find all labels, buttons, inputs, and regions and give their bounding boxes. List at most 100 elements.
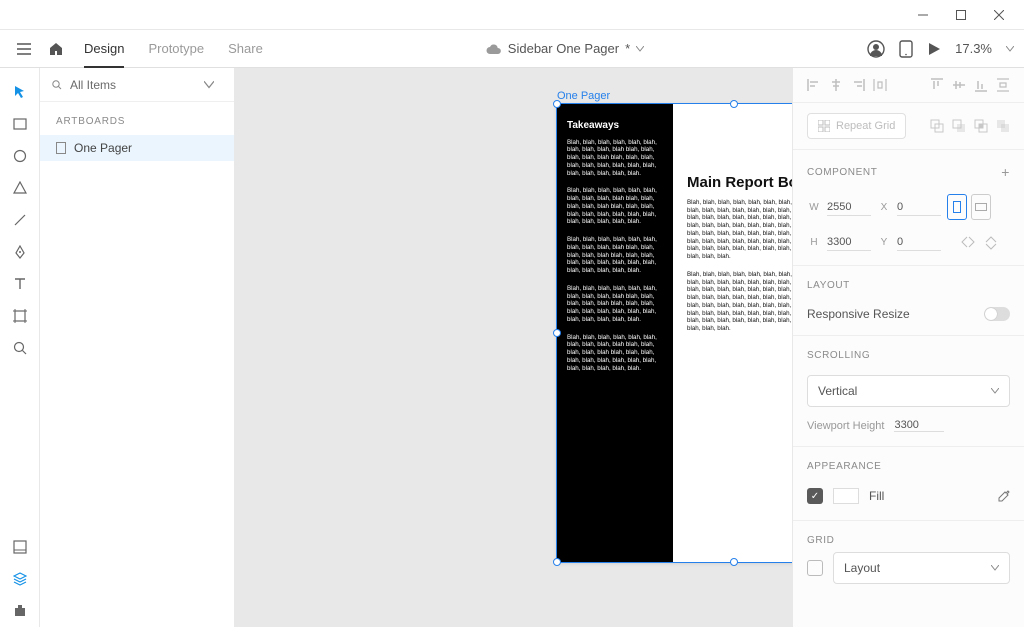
distribute-v-icon[interactable] [996,78,1010,92]
x-label: X [877,202,891,213]
portrait-orientation-button[interactable] [947,194,967,220]
landscape-orientation-button[interactable] [971,194,991,220]
width-input[interactable] [827,199,871,216]
property-inspector: Repeat Grid COMPONENT + W X H Y [792,68,1024,627]
design-canvas[interactable]: One Pager Takeaways Blah, blah, blah, bl… [235,68,792,627]
artboard-name-label[interactable]: One Pager [557,90,610,102]
main-report-heading: Main Report Body [687,174,792,193]
viewport-height-input[interactable] [894,419,944,432]
bool-subtract-icon[interactable] [952,119,966,133]
artboard-tool[interactable] [0,300,40,332]
bool-add-icon[interactable] [930,119,944,133]
takeaways-para: Blah, blah, blah, blah, blah, blah, blah… [567,236,663,275]
layers-panel: All Items ARTBOARDS One Pager [40,68,235,627]
bool-intersect-icon[interactable] [974,119,988,133]
align-left-icon[interactable] [807,78,821,92]
grid-enabled-checkbox[interactable] [807,560,823,576]
takeaways-para: Blah, blah, blah, blah, blah, blah, blah… [567,334,663,373]
artboard-icon [56,142,66,154]
bool-exclude-icon[interactable] [996,119,1010,133]
align-middle-icon[interactable] [952,78,966,92]
scrolling-section-header: SCROLLING [793,336,1024,367]
fill-label: Fill [869,489,884,503]
plugins-panel-icon[interactable] [0,595,40,627]
device-preview-icon[interactable] [899,40,913,58]
layers-panel-icon[interactable] [0,563,40,595]
height-input[interactable] [827,234,871,251]
grid-type-dropdown[interactable]: Layout [833,552,1010,584]
w-label: W [807,202,821,213]
layer-item-one-pager[interactable]: One Pager [40,135,234,161]
report-para: Blah, blah, blah, blah, blah, blah, blah… [687,271,792,333]
flip-horizontal-icon[interactable] [961,236,975,250]
align-bottom-icon[interactable] [974,78,988,92]
rectangle-tool[interactable] [0,108,40,140]
takeaways-heading: Takeaways [567,120,663,133]
distribute-h-icon[interactable] [873,78,887,92]
home-button[interactable] [42,35,70,63]
hamburger-menu-button[interactable] [10,35,38,63]
polygon-tool[interactable] [0,172,40,204]
zoom-tool[interactable] [0,332,40,364]
app-toolbar: Design Prototype Share Sidebar One Pager… [0,30,1024,68]
artboard-selection[interactable]: Takeaways Blah, blah, blah, blah, blah, … [557,104,792,562]
grid-section-header: GRID [793,521,1024,552]
pen-tool[interactable] [0,236,40,268]
viewport-height-label: Viewport Height [807,420,884,432]
repeat-grid-icon [818,120,830,132]
scrolling-dropdown[interactable]: Vertical [807,375,1010,407]
scrolling-value: Vertical [818,384,857,398]
tab-prototype[interactable]: Prototype [148,31,204,67]
layer-item-label: One Pager [74,141,132,155]
responsive-label: Responsive Resize [807,307,910,321]
tab-share[interactable]: Share [228,31,263,67]
component-section-label: COMPONENT [807,167,877,178]
takeaways-para: Blah, blah, blah, blah, blah, blah, blah… [567,187,663,226]
window-maximize-button[interactable] [942,1,980,29]
sidebar-column: Takeaways Blah, blah, blah, blah, blah, … [557,104,673,562]
filter-label: All Items [70,78,116,92]
eyedropper-icon[interactable] [996,489,1010,503]
repeat-grid-label: Repeat Grid [836,120,895,132]
window-close-button[interactable] [980,1,1018,29]
layout-section-header: LAYOUT [793,266,1024,297]
doc-title-text: Sidebar One Pager [508,41,619,56]
layers-filter-dropdown[interactable]: All Items [40,68,234,102]
window-minimize-button[interactable] [904,1,942,29]
ellipse-tool[interactable] [0,140,40,172]
chevron-down-icon [991,388,999,394]
chevron-down-icon [636,46,644,52]
assets-panel-icon[interactable] [0,531,40,563]
align-right-icon[interactable] [851,78,865,92]
flip-vertical-icon[interactable] [985,236,997,250]
grid-type-value: Layout [844,561,880,575]
play-preview-icon[interactable] [927,42,941,56]
toggle-switch[interactable] [984,307,1010,321]
tab-design[interactable]: Design [84,31,124,68]
y-label: Y [877,237,891,248]
document-title[interactable]: Sidebar One Pager * [263,41,867,56]
line-tool[interactable] [0,204,40,236]
x-input[interactable] [897,199,941,216]
alignment-controls [793,68,1024,103]
window-titlebar [0,0,1024,30]
repeat-grid-button[interactable]: Repeat Grid [807,113,906,139]
chevron-down-icon[interactable] [1006,46,1014,52]
report-para: Blah, blah, blah, blah, blah, blah, blah… [687,199,792,261]
appearance-section-header: APPEARANCE [793,447,1024,478]
responsive-resize-toggle[interactable]: Responsive Resize [807,307,1010,321]
account-icon[interactable] [867,40,885,58]
fill-color-swatch[interactable] [833,488,859,504]
takeaways-para: Blah, blah, blah, blah, blah, blah, blah… [567,139,663,178]
component-section-header: COMPONENT + [793,150,1024,186]
artboard-one-pager[interactable]: Takeaways Blah, blah, blah, blah, blah, … [557,104,792,562]
align-top-icon[interactable] [930,78,944,92]
h-label: H [807,237,821,248]
text-tool[interactable] [0,268,40,300]
y-input[interactable] [897,234,941,251]
align-center-h-icon[interactable] [829,78,843,92]
zoom-value[interactable]: 17.3% [955,41,992,56]
fill-enabled-checkbox[interactable]: ✓ [807,488,823,504]
select-tool[interactable] [0,76,40,108]
add-component-button[interactable]: + [1001,164,1010,180]
